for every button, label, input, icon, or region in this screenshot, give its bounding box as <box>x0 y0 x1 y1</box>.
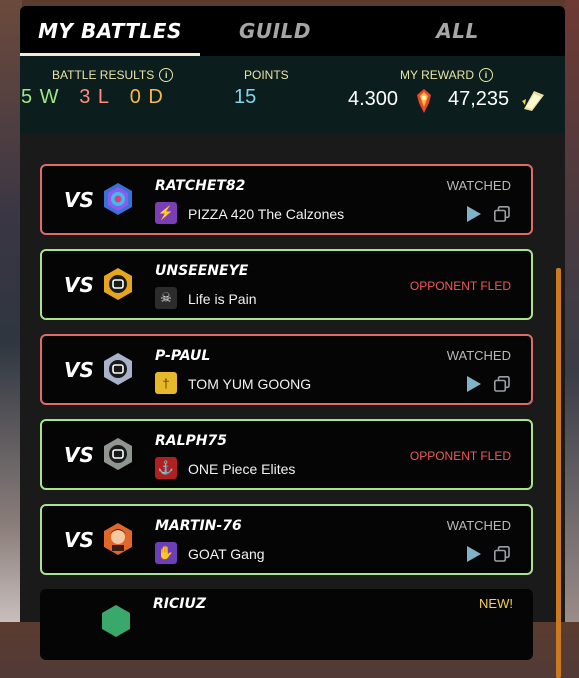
play-icon[interactable] <box>467 376 481 392</box>
hand-icon: ✋ <box>155 542 177 564</box>
opponent-name[interactable]: RALPH75 <box>155 433 227 449</box>
reward-label: MY REWARD i <box>400 68 494 82</box>
opponent-name[interactable]: P-PAUL <box>155 348 210 364</box>
battle-results: 5 W 3 L 0 D <box>21 86 164 109</box>
reward-merits-value: 47,235 <box>448 88 510 110</box>
gold-league-icon <box>104 268 132 300</box>
points-value: 15 <box>234 86 257 108</box>
battle-card[interactable]: RICIUZ NEW! <box>40 589 533 660</box>
background-right <box>565 0 579 622</box>
draws-count: 0 D <box>129 86 164 108</box>
copy-icon[interactable] <box>494 376 510 392</box>
losses-count: 3 L <box>79 86 111 108</box>
character-avatar-icon <box>104 523 132 555</box>
opponent-name[interactable]: RATCHET82 <box>155 178 245 194</box>
battle-status: WATCHED <box>446 178 511 193</box>
guild-name: ONE Piece Elites <box>188 461 296 477</box>
silver-league-icon <box>104 438 132 470</box>
tab-bar: MY BATTLES GUILD ALL <box>20 6 565 56</box>
merits-icon <box>522 91 544 111</box>
play-icon[interactable] <box>467 546 481 562</box>
info-icon[interactable]: i <box>159 68 174 82</box>
battle-list[interactable]: VS RATCHET82 ⚡ PIZZA 420 The Calzones WA… <box>20 134 565 678</box>
tab-guild[interactable]: GUILD <box>200 6 350 56</box>
opponent-name[interactable]: UNSEENEYE <box>155 263 248 279</box>
diamond-league-icon <box>104 183 132 215</box>
battle-status: WATCHED <box>446 518 511 533</box>
ship-icon: ⚓ <box>155 457 177 479</box>
scrollbar[interactable] <box>556 268 561 678</box>
guild-name: TOM YUM GOONG <box>188 376 312 392</box>
play-icon[interactable] <box>467 206 481 222</box>
tab-all[interactable]: ALL <box>350 6 565 56</box>
battle-results-label: BATTLE RESULTS i <box>52 68 174 82</box>
battle-card[interactable]: VS UNSEENEYE ☠ Life is Pain OPPONENT FLE… <box>40 249 533 320</box>
vs-label: VS <box>64 443 94 467</box>
vs-label: VS <box>64 528 94 552</box>
guild-name: PIZZA 420 The Calzones <box>188 206 345 222</box>
vs-label: VS <box>64 273 94 297</box>
vs-label: VS <box>64 188 94 212</box>
copy-icon[interactable] <box>494 546 510 562</box>
sps-token-icon <box>417 89 431 113</box>
league-icon <box>102 605 130 637</box>
battle-status: WATCHED <box>446 348 511 363</box>
battle-status: OPPONENT FLED <box>409 449 511 463</box>
reward-sps-value: 4.300 <box>348 88 399 110</box>
opponent-name[interactable]: RICIUZ <box>153 596 206 612</box>
vs-label: VS <box>64 358 94 382</box>
skull-icon: ☠ <box>155 287 177 309</box>
battle-card[interactable]: VS MARTIN-76 ✋ GOAT Gang WATCHED <box>40 504 533 575</box>
lightning-icon: ⚡ <box>155 202 177 224</box>
wins-count: 5 W <box>21 86 60 108</box>
background-left <box>0 0 22 622</box>
guild-name: Life is Pain <box>188 291 257 307</box>
battle-card[interactable]: VS P-PAUL † TOM YUM GOONG WATCHED <box>40 334 533 405</box>
tab-my-battles[interactable]: MY BATTLES <box>20 6 200 56</box>
battle-status: OPPONENT FLED <box>409 279 511 293</box>
sword-icon: † <box>155 372 177 394</box>
info-icon[interactable]: i <box>479 68 494 82</box>
points-label: POINTS <box>244 68 289 82</box>
silver-league-icon <box>104 353 132 385</box>
battle-card[interactable]: VS RALPH75 ⚓ ONE Piece Elites OPPONENT F… <box>40 419 533 490</box>
battle-card[interactable]: VS RATCHET82 ⚡ PIZZA 420 The Calzones WA… <box>40 164 533 235</box>
copy-icon[interactable] <box>494 206 510 222</box>
guild-name: GOAT Gang <box>188 546 265 562</box>
opponent-name[interactable]: MARTIN-76 <box>155 518 242 534</box>
battle-status: NEW! <box>479 596 513 611</box>
